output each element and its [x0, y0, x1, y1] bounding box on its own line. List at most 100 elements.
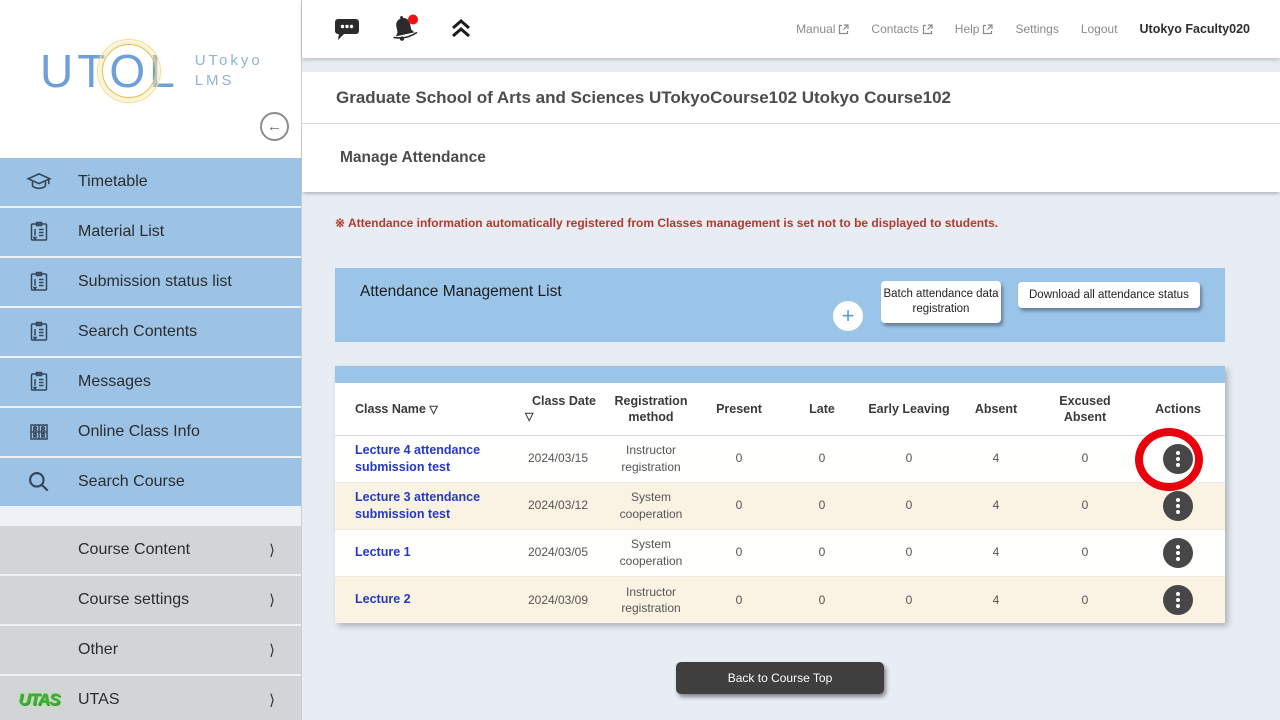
early-leaving-cell: 0 — [865, 435, 953, 482]
plus-icon: + — [842, 303, 855, 328]
column-header-class-name[interactable]: Class Name ▽ — [335, 383, 513, 435]
app-root: UTOL UTokyo LMS ← Timetable — [0, 0, 1280, 720]
excused-absent-cell: 0 — [1039, 435, 1131, 482]
sidebar-collapse-button[interactable]: ← — [260, 112, 289, 141]
class-date-cell: 2024/03/12 — [513, 482, 603, 529]
batch-attendance-registration-button[interactable]: Batch attendance data registration — [881, 281, 1001, 323]
row-actions-button[interactable] — [1163, 585, 1193, 615]
early-leaving-cell: 0 — [865, 482, 953, 529]
absent-cell: 4 — [953, 576, 1039, 623]
logout-link[interactable]: Logout — [1081, 22, 1118, 36]
clipboard-icon — [0, 370, 78, 394]
table-row: Lecture 2 2024/03/09 Instructor registra… — [335, 576, 1225, 623]
present-cell: 0 — [699, 529, 779, 576]
footer-actions: Back to Course Top — [335, 662, 1225, 694]
sidebar-primary-menu: Timetable Material List Submission statu… — [0, 158, 301, 506]
main-area: Manual Contacts Help Settings Logout Uto… — [302, 0, 1280, 720]
arrow-left-icon: ← — [267, 118, 282, 135]
panel-title: Attendance Management List — [360, 283, 562, 301]
sidebar-item-submission-status-list[interactable]: Submission status list — [0, 258, 301, 306]
page-title: Manage Attendance — [340, 149, 486, 167]
topbar-links: Manual Contacts Help Settings Logout Uto… — [796, 22, 1280, 36]
external-link-icon — [982, 24, 993, 35]
registration-method-cell: Instructor registration — [603, 576, 699, 623]
class-name-link[interactable]: Lecture 2 — [355, 592, 411, 606]
sidebar-item-utas[interactable]: UTAS UTAS ⟩ — [0, 676, 301, 720]
utas-logo-icon: UTAS — [0, 690, 78, 710]
table-header-row: Class Name ▽ Class Date ▽ Registration m… — [335, 383, 1225, 435]
ellipsis-vertical-icon — [1176, 504, 1180, 508]
manual-link[interactable]: Manual — [796, 22, 849, 36]
sidebar-item-messages[interactable]: Messages — [0, 358, 301, 406]
clipboard-icon — [0, 270, 78, 294]
collapse-topbar-icon[interactable] — [448, 17, 474, 41]
sidebar-item-label: Submission status list — [78, 273, 232, 291]
absent-cell: 4 — [953, 529, 1039, 576]
sidebar-item-timetable[interactable]: Timetable — [0, 158, 301, 206]
sidebar-item-material-list[interactable]: Material List — [0, 208, 301, 256]
topbar: Manual Contacts Help Settings Logout Uto… — [302, 0, 1280, 58]
column-header-class-date[interactable]: Class Date ▽ — [513, 383, 603, 435]
sidebar-item-label: Course settings — [0, 591, 189, 609]
external-link-icon — [922, 24, 933, 35]
table-row: Lecture 4 attendance submission test 202… — [335, 435, 1225, 482]
notification-bell-icon[interactable] — [388, 13, 422, 45]
class-date-cell: 2024/03/09 — [513, 576, 603, 623]
utol-logo-subtitle: UTokyo LMS — [195, 51, 263, 92]
registration-method-cell: System cooperation — [603, 529, 699, 576]
logo-o-rings: O — [109, 48, 149, 94]
sidebar-item-course-settings[interactable]: Course settings ⟩ — [0, 576, 301, 624]
utol-logo-text: UTOL — [40, 48, 179, 94]
add-attendance-button[interactable]: + — [833, 301, 863, 331]
late-cell: 0 — [779, 482, 865, 529]
chevron-right-icon: ⟩ — [269, 691, 275, 709]
attendance-notice: ※ Attendance information automatically r… — [335, 216, 1280, 230]
column-header-actions: Actions — [1131, 383, 1225, 435]
clipboard-icon — [0, 220, 78, 244]
row-actions-button[interactable] — [1163, 444, 1193, 474]
class-name-link[interactable]: Lecture 4 attendance submission test — [355, 443, 480, 474]
sidebar-item-online-class-info[interactable]: Online Class Info — [0, 408, 301, 456]
table-top-strip — [335, 366, 1225, 383]
class-name-link[interactable]: Lecture 3 attendance submission test — [355, 490, 480, 521]
registration-method-cell: Instructor registration — [603, 435, 699, 482]
sidebar-item-label: UTAS — [78, 691, 119, 709]
absent-cell: 4 — [953, 435, 1039, 482]
download-all-attendance-button[interactable]: Download all attendance status — [1018, 282, 1200, 308]
sidebar-item-search-contents[interactable]: Search Contents — [0, 308, 301, 356]
row-actions-button[interactable] — [1163, 538, 1193, 568]
attendance-table-container: Class Name ▽ Class Date ▽ Registration m… — [335, 366, 1225, 623]
sidebar-secondary-menu: Course Content ⟩ Course settings ⟩ Other… — [0, 526, 301, 720]
sidebar-item-other[interactable]: Other ⟩ — [0, 626, 301, 674]
sidebar-item-label: Online Class Info — [78, 423, 200, 441]
table-row: Lecture 3 attendance submission test 202… — [335, 482, 1225, 529]
course-title-bar: Graduate School of Arts and Sciences UTo… — [302, 72, 1280, 124]
clipboard-icon — [0, 320, 78, 344]
chat-icon[interactable] — [332, 16, 362, 42]
class-name-link[interactable]: Lecture 1 — [355, 545, 411, 559]
excused-absent-cell: 0 — [1039, 482, 1131, 529]
sidebar: UTOL UTokyo LMS ← Timetable — [0, 0, 302, 720]
ellipsis-vertical-icon — [1176, 551, 1180, 555]
sidebar-item-label: Course Content — [0, 541, 190, 559]
sidebar-item-label: Material List — [78, 223, 164, 241]
present-cell: 0 — [699, 576, 779, 623]
help-link[interactable]: Help — [955, 22, 994, 36]
sidebar-item-search-course[interactable]: Search Course — [0, 458, 301, 506]
row-actions-button[interactable] — [1163, 491, 1193, 521]
contacts-link[interactable]: Contacts — [871, 22, 932, 36]
sort-icon: ▽ — [429, 404, 437, 416]
late-cell: 0 — [779, 576, 865, 623]
back-to-course-top-button[interactable]: Back to Course Top — [676, 662, 885, 694]
content-area: ※ Attendance information automatically r… — [302, 192, 1280, 694]
username-label: Utokyo Faculty020 — [1140, 22, 1250, 36]
table-row: Lecture 1 2024/03/05 System cooperation … — [335, 529, 1225, 576]
column-header-late: Late — [779, 383, 865, 435]
chevron-right-icon: ⟩ — [269, 641, 275, 659]
attendance-panel-header: Attendance Management List + Batch atten… — [335, 268, 1225, 342]
sidebar-item-course-content[interactable]: Course Content ⟩ — [0, 526, 301, 574]
sidebar-item-label: Other — [0, 641, 118, 659]
settings-link[interactable]: Settings — [1015, 22, 1058, 36]
chevron-right-icon: ⟩ — [269, 541, 275, 559]
present-cell: 0 — [699, 482, 779, 529]
